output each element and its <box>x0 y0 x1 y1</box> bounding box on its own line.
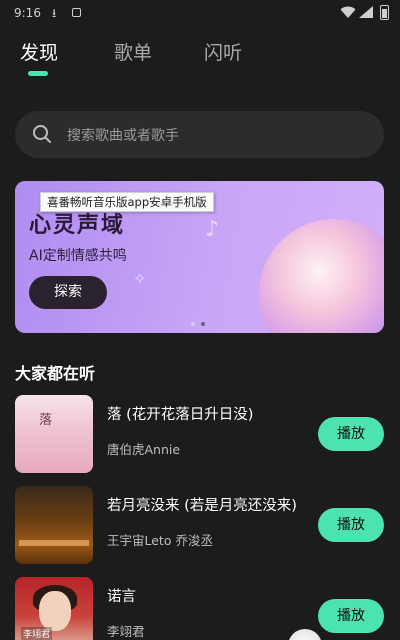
play-button[interactable]: 播放 <box>318 417 384 451</box>
cover-text: 落 <box>39 413 53 428</box>
notification-icon <box>72 8 81 17</box>
song-item[interactable]: 若月亮没来 (若是月亮还没来) 王宇宙Leto 乔浚丞 播放 <box>15 486 384 564</box>
album-cover: 落 <box>15 395 93 473</box>
planet-illustration <box>259 219 384 333</box>
battery-icon <box>380 5 389 20</box>
album-cover: 李翊君 <box>15 577 93 640</box>
tab-flash-listen[interactable]: 闪听 <box>204 38 242 65</box>
album-cover <box>15 486 93 564</box>
song-title: 诺言 <box>107 589 136 605</box>
music-note-icon: ♪ <box>205 217 220 242</box>
song-artist: 唐伯虎Annie <box>107 442 181 457</box>
song-item[interactable]: 李翊君 诺言 李翊君 播放 <box>15 577 384 640</box>
active-tab-indicator <box>28 71 48 76</box>
tab-playlists[interactable]: 歌单 <box>114 38 152 65</box>
song-artist: 王宇宙Leto 乔浚丞 <box>107 533 213 548</box>
play-button[interactable]: 播放 <box>318 508 384 542</box>
wifi-icon <box>340 6 356 18</box>
play-button[interactable]: 播放 <box>318 599 384 633</box>
banner-subtitle: AI定制情感共鸣 <box>29 248 127 264</box>
explore-button[interactable]: 探索 <box>29 276 107 309</box>
cell-signal-icon <box>359 6 373 18</box>
status-time: 9:16 <box>14 6 41 20</box>
song-title: 若月亮没来 (若是月亮还没来) <box>107 498 297 514</box>
status-bar: 9:16 ⭳ <box>0 0 400 26</box>
sparkle-icon: ✧ <box>133 269 147 288</box>
download-icon: ⭳ <box>52 6 57 20</box>
cover-portrait-face <box>39 591 71 631</box>
banner-tooltip: 喜番畅听音乐版app安卓手机版 <box>40 192 214 212</box>
tab-discover[interactable]: 发现 <box>20 38 58 65</box>
song-item[interactable]: 落 落 (花开花落日升日没) 唐伯虎Annie 播放 <box>15 395 384 473</box>
song-artist: 李翊君 <box>107 624 145 639</box>
search-input[interactable]: 搜索歌曲或者歌手 <box>15 111 384 158</box>
search-placeholder: 搜索歌曲或者歌手 <box>67 128 179 144</box>
search-icon <box>33 125 51 143</box>
song-title: 落 (花开花落日升日没) <box>107 407 254 423</box>
section-title: 大家都在听 <box>15 364 96 383</box>
top-tabs: 发现 歌单 闪听 <box>0 38 400 88</box>
carousel-dot[interactable] <box>191 322 195 326</box>
cover-text: 李翊君 <box>21 627 53 640</box>
cover-decoration <box>19 540 89 546</box>
carousel-dot-active[interactable] <box>201 322 205 326</box>
